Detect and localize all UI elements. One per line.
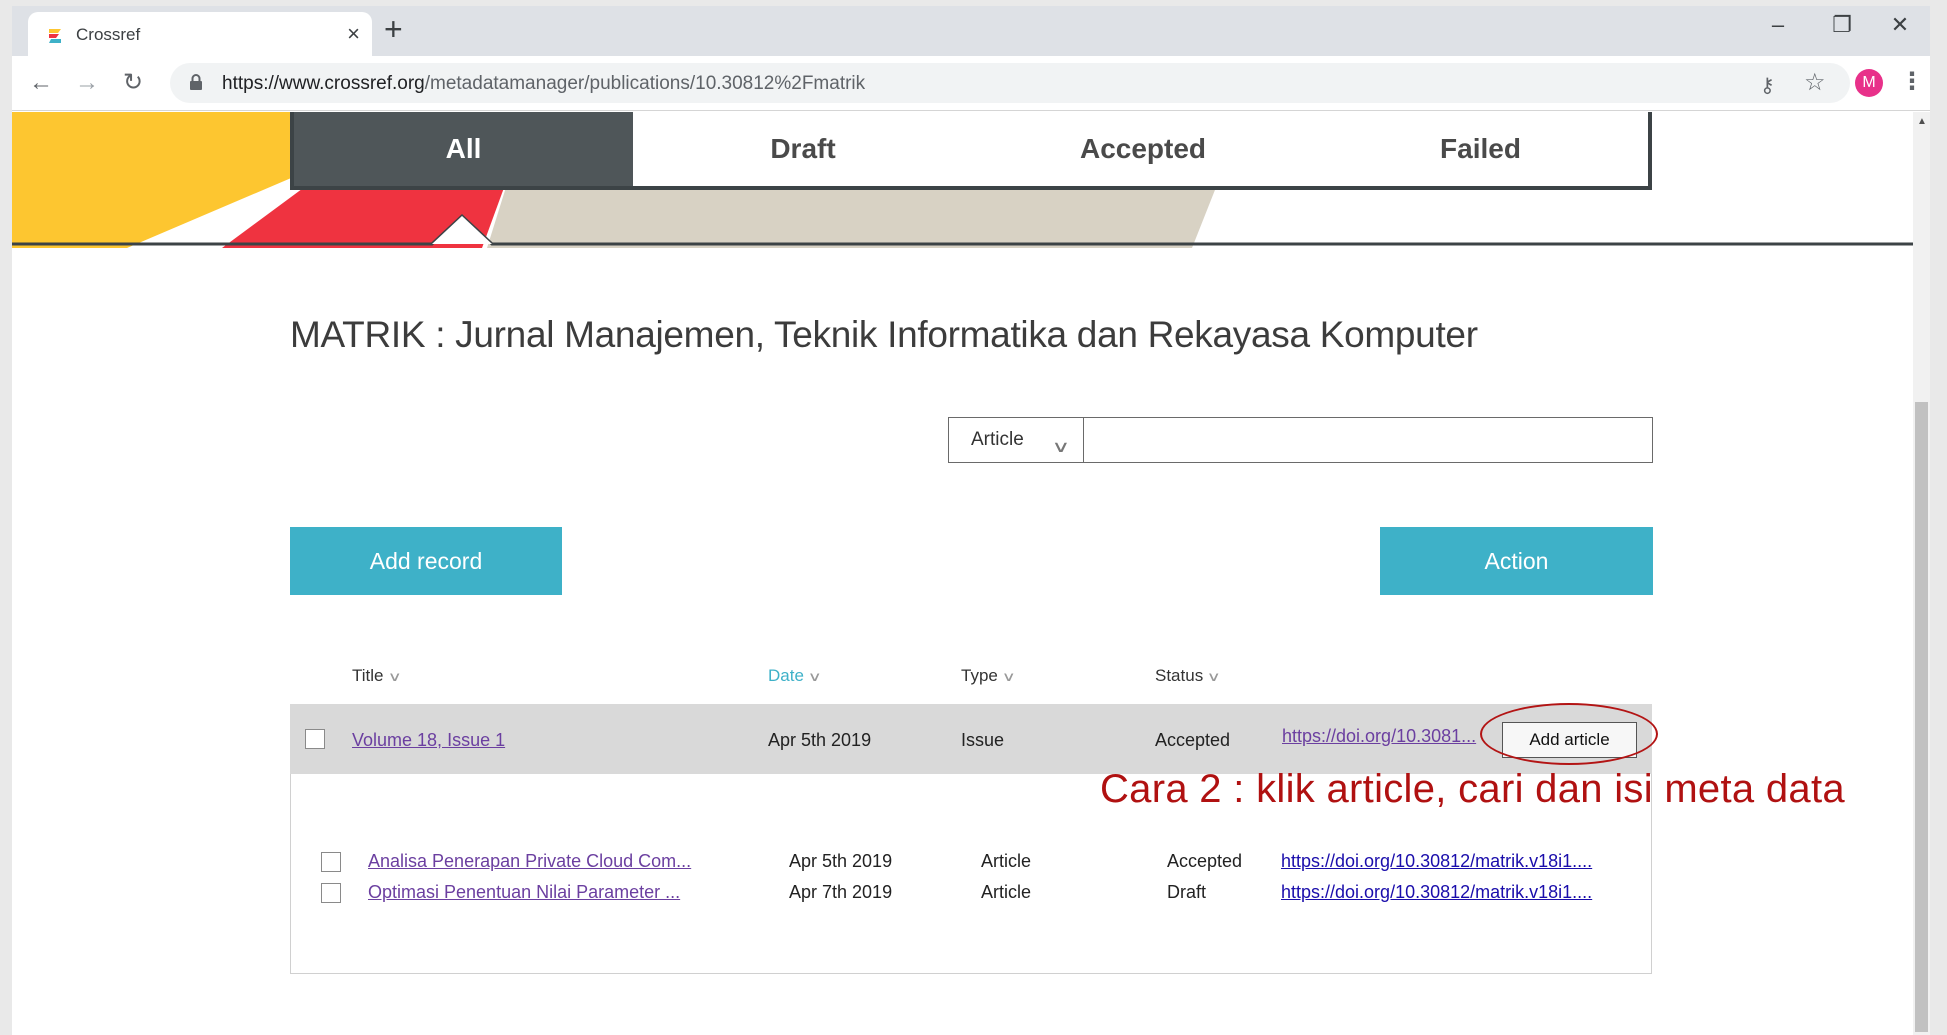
column-header-title[interactable]: Title ∨: [352, 666, 402, 686]
tab-accepted[interactable]: Accepted: [973, 112, 1313, 186]
key-icon[interactable]: ⚷: [1760, 73, 1775, 98]
article-status: Draft: [1167, 882, 1207, 902]
article-doi-link[interactable]: https://doi.org/10.30812/matrik.v18i1...…: [1281, 882, 1592, 903]
back-icon[interactable]: ←: [26, 68, 56, 98]
article-date: Apr 7th 2019: [789, 882, 893, 902]
url-path: /metadatamanager/publications/10.30812%2…: [424, 73, 866, 94]
article-status: Accepted: [1167, 851, 1243, 871]
column-header-date[interactable]: Date ∨: [768, 666, 822, 686]
add-record-button[interactable]: Add record: [290, 527, 562, 595]
issue-date: Apr 5th 2019: [768, 730, 872, 750]
scroll-up-icon[interactable]: ▲: [1917, 116, 1927, 127]
column-date-label: Date: [768, 666, 804, 685]
article-doi-link[interactable]: https://doi.org/10.30812/matrik.v18i1...…: [1281, 851, 1592, 872]
row-checkbox[interactable]: [321, 883, 341, 903]
tab-title: Crossref: [76, 25, 141, 44]
issue-status: Accepted: [1155, 730, 1231, 750]
page-title: MATRIK : Jurnal Manajemen, Teknik Inform…: [290, 314, 1478, 355]
sort-chevron-icon: ∨: [807, 669, 822, 684]
table-row-issue: Volume 18, Issue 1 Apr 5th 2019 Issue Ac…: [290, 703, 1658, 774]
address-bar[interactable]: https://www.crossref.org/metadatamanager…: [170, 63, 1850, 103]
article-title-link[interactable]: Optimasi Penentuan Nilai Parameter ...: [368, 882, 680, 903]
new-tab-button[interactable]: +: [384, 13, 403, 45]
url-host: https://www.crossref.org: [222, 73, 425, 94]
chevron-down-icon: ∨: [1051, 439, 1071, 456]
sort-chevron-icon: ∨: [1206, 669, 1222, 684]
restore-icon[interactable]: ❐: [1812, 12, 1872, 38]
article-date: Apr 5th 2019: [789, 851, 893, 871]
article-type: Article: [981, 851, 1032, 871]
column-title-label: Title: [352, 666, 384, 685]
issue-type: Issue: [961, 730, 1005, 750]
scrollbar-thumb[interactable]: [1915, 402, 1928, 1032]
tab-failed[interactable]: Failed: [1313, 112, 1648, 186]
search-type-select[interactable]: Article ∨: [948, 417, 1084, 463]
article-type: Article: [981, 882, 1032, 902]
kebab-menu-icon[interactable]: ⋮: [1900, 67, 1924, 96]
browser-toolbar: ← → ↻ https://www.crossref.org/metadatam…: [12, 56, 1930, 111]
search-input[interactable]: [1083, 417, 1653, 463]
profile-avatar[interactable]: M: [1855, 69, 1883, 97]
screenshot-slide: Crossref × + – ❐ ✕ ← → ↻ https://www.cro…: [12, 6, 1930, 1035]
sort-chevron-icon: ∨: [387, 669, 402, 684]
page-content: All Draft Accepted Failed MATRIK : Jurna…: [12, 112, 1930, 1035]
column-header-status[interactable]: Status ∨: [1155, 666, 1222, 686]
browser-tab-bar: Crossref × + – ❐ ✕: [12, 6, 1930, 56]
tab-all[interactable]: All: [294, 112, 633, 186]
reload-icon[interactable]: ↻: [118, 68, 148, 98]
highlight-ellipse: [1480, 703, 1658, 765]
issue-doi-link[interactable]: https://doi.org/10.3081...: [1282, 726, 1476, 747]
status-filter-tabs: All Draft Accepted Failed: [290, 112, 1652, 190]
slide-frame: Crossref × + – ❐ ✕ ← → ↻ https://www.cro…: [0, 0, 1947, 1035]
tab-draft[interactable]: Draft: [633, 112, 973, 186]
url-text: https://www.crossref.org/metadatamanager…: [222, 73, 865, 95]
row-checkbox[interactable]: [321, 852, 341, 872]
lock-icon: [190, 74, 202, 90]
search-type-value: Article: [971, 429, 1024, 450]
column-type-label: Type: [961, 666, 998, 685]
star-icon[interactable]: ☆: [1804, 68, 1826, 97]
page-scrollbar[interactable]: ▲: [1913, 112, 1930, 1035]
annotation-text: Cara 2 : klik article, cari dan isi meta…: [1100, 767, 1845, 811]
row-checkbox[interactable]: [305, 729, 325, 749]
browser-tab[interactable]: Crossref ×: [28, 12, 372, 56]
action-button[interactable]: Action: [1380, 527, 1653, 595]
article-title-link[interactable]: Analisa Penerapan Private Cloud Com...: [368, 851, 691, 872]
column-header-type[interactable]: Type ∨: [961, 666, 1016, 686]
issue-title-link[interactable]: Volume 18, Issue 1: [352, 730, 505, 751]
sort-chevron-icon: ∨: [1001, 669, 1016, 684]
window-close-icon[interactable]: ✕: [1870, 12, 1930, 38]
crossref-favicon-icon: [49, 29, 61, 43]
minimize-icon[interactable]: –: [1748, 12, 1808, 38]
forward-icon[interactable]: →: [72, 68, 102, 98]
column-status-label: Status: [1155, 666, 1204, 685]
tab-close-icon[interactable]: ×: [347, 21, 360, 47]
